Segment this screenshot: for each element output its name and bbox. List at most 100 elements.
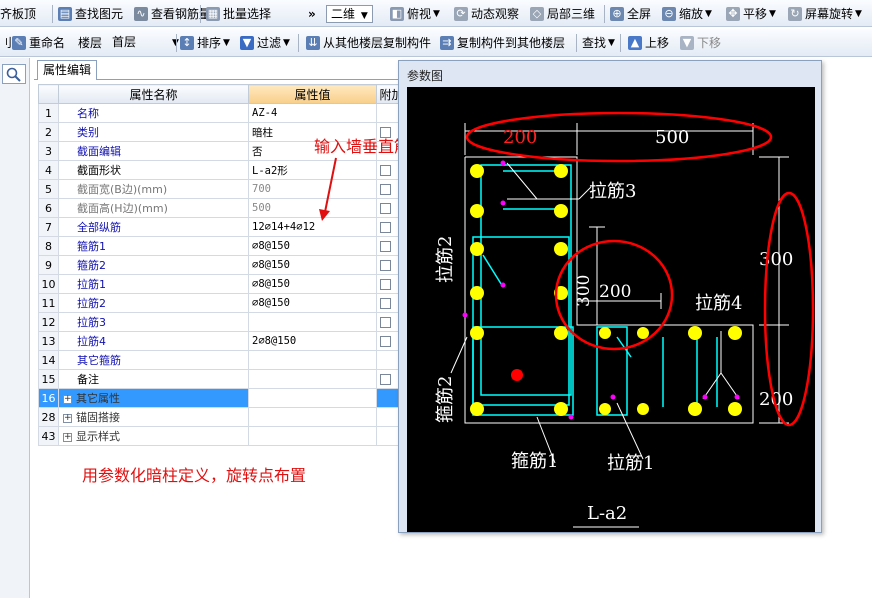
group-label: 其它属性	[76, 392, 120, 405]
table-row[interactable]: 1 名称 AZ-4	[38, 103, 407, 123]
copy-to-floor-button[interactable]: ⇉ 复制构件到其他楼层	[440, 33, 565, 52]
pan-button[interactable]: ✥ 平移 ▼	[726, 4, 776, 23]
table-row[interactable]: 13 拉筋4 2⌀8@150	[38, 331, 407, 351]
expand-plus-icon[interactable]: +	[63, 432, 72, 442]
expand-plus-icon[interactable]: +	[63, 413, 72, 423]
table-row[interactable]: 4 截面形状 L-a2形	[38, 160, 407, 180]
column-header-value[interactable]: 属性值	[248, 84, 377, 104]
attach-checkbox[interactable]	[380, 336, 391, 347]
grid-header-row: 属性名称 属性值 附加	[38, 84, 407, 104]
screen-rotate-button[interactable]: ↻ 屏幕旋转 ▼	[788, 4, 862, 23]
property-name: 拉筋1	[58, 274, 249, 294]
toolbar-divider	[576, 34, 577, 52]
property-value[interactable]: 700	[248, 179, 377, 199]
property-name: 截面编辑	[58, 141, 249, 161]
find-element-button[interactable]: ▤ 查找图元	[58, 4, 123, 23]
main-toolbar: 齐板顶 ▤ 查找图元 ∿ 查看钢筋量 ▦ 批量选择 » 二维 ▼ ◧ 俯视 ▼ ⟳ 动态观察…	[0, 0, 872, 27]
local-3d-icon: ◇	[530, 6, 544, 21]
property-value[interactable]	[248, 312, 377, 332]
table-row[interactable]: 9 箍筋2 ⌀8@150	[38, 255, 407, 275]
property-value[interactable]: ⌀8@150	[248, 255, 377, 275]
table-row[interactable]: 12 拉筋3	[38, 312, 407, 332]
zoom-button[interactable]: ⊖ 缩放 ▼	[662, 4, 712, 23]
rotate-icon: ↻	[788, 6, 802, 21]
filter-button[interactable]: ▼ 过滤 ▼	[240, 33, 290, 52]
attach-checkbox[interactable]	[380, 222, 391, 233]
fullscreen-button[interactable]: ⊕ 全屏	[610, 4, 651, 23]
rename-icon: ✎	[12, 35, 26, 50]
arrow-up-icon: ▲	[628, 35, 642, 50]
move-down-button[interactable]: ▼ 下移	[680, 33, 721, 52]
align-slab-top-button[interactable]: 齐板顶	[0, 4, 36, 23]
property-value[interactable]	[248, 369, 377, 389]
table-row[interactable]: 28 + 锚固搭接	[38, 407, 407, 427]
property-value[interactable]: ⌀8@150	[248, 274, 377, 294]
attach-checkbox[interactable]	[380, 165, 391, 176]
property-value[interactable]: ⌀8@150	[248, 293, 377, 313]
view-mode-select[interactable]: 二维 ▼	[326, 4, 375, 23]
tab-property-edit[interactable]: 属性编辑	[37, 60, 97, 80]
toolbar-overflow-button[interactable]: »	[308, 4, 316, 23]
local-3d-button[interactable]: ◇ 局部三维	[530, 4, 595, 23]
table-row[interactable]: 14 其它箍筋	[38, 350, 407, 370]
chevron-down-icon: ▼	[283, 37, 290, 48]
attach-checkbox[interactable]	[380, 260, 391, 271]
arrow-down-icon: ▼	[680, 35, 694, 50]
expand-plus-icon[interactable]: +	[63, 394, 72, 404]
component-toolbar: 刂 ✎重命名 楼层 首层▼ ↕排序▼ ▼过滤▼ ⇊从其他楼层复制构件 ⇉复制构件…	[0, 29, 872, 57]
table-row[interactable]: 5 截面宽(B边)(mm) 700	[38, 179, 407, 199]
move-up-button[interactable]: ▲ 上移	[628, 33, 669, 52]
attach-checkbox[interactable]	[380, 374, 391, 385]
attach-checkbox[interactable]	[380, 317, 391, 328]
property-value[interactable]: L-a2形	[248, 160, 377, 180]
property-value[interactable]	[248, 388, 377, 408]
property-value[interactable]	[248, 426, 377, 446]
parameter-diagram-dialog[interactable]: 参数图 200 500 300 200 300 200 拉筋3 拉筋2 拉筋4 …	[398, 60, 822, 533]
attach-checkbox[interactable]	[380, 241, 391, 252]
row-number: 15	[38, 369, 59, 389]
delete-button[interactable]: 刂	[0, 33, 12, 52]
panel-tab-bar: 属性编辑	[34, 58, 414, 80]
property-value[interactable]	[248, 350, 377, 370]
find-button[interactable]: 查找 ▼	[582, 33, 615, 52]
property-value[interactable]: AZ-4	[248, 103, 377, 123]
label-stirrup-1: 箍筋1	[511, 451, 558, 472]
attach-checkbox[interactable]	[380, 203, 391, 214]
table-row[interactable]: 15 备注	[38, 369, 407, 389]
row-number: 3	[38, 141, 59, 161]
orbit-button[interactable]: ⟳ 动态观察	[454, 4, 519, 23]
copy-to-icon: ⇉	[440, 35, 454, 50]
table-row[interactable]: 16 + 其它属性	[38, 388, 407, 408]
toolbar-divider	[52, 5, 53, 23]
property-value[interactable]: 500	[248, 198, 377, 218]
batch-select-button[interactable]: ▦ 批量选择	[206, 4, 271, 23]
row-number: 12	[38, 312, 59, 332]
sort-button[interactable]: ↕ 排序 ▼	[180, 33, 230, 52]
property-value[interactable]: 12⌀14+4⌀12	[248, 217, 377, 237]
row-number: 7	[38, 217, 59, 237]
attach-checkbox[interactable]	[380, 279, 391, 290]
table-row[interactable]: 8 箍筋1 ⌀8@150	[38, 236, 407, 256]
table-row[interactable]: 10 拉筋1 ⌀8@150	[38, 274, 407, 294]
top-view-button[interactable]: ◧ 俯视 ▼	[390, 4, 440, 23]
filter-icon: ▼	[240, 35, 254, 50]
attach-checkbox[interactable]	[380, 184, 391, 195]
table-row[interactable]: 6 截面高(H边)(mm) 500	[38, 198, 407, 218]
property-value[interactable]	[248, 407, 377, 427]
dialog-title: 参数图	[407, 69, 444, 83]
table-row[interactable]: 7 全部纵筋 12⌀14+4⌀12	[38, 217, 407, 237]
property-value[interactable]: 2⌀8@150	[248, 331, 377, 351]
table-row[interactable]: 43 + 显示样式	[38, 426, 407, 446]
search-button[interactable]	[2, 64, 26, 84]
rename-button[interactable]: ✎ 重命名	[12, 33, 65, 52]
table-row[interactable]: 11 拉筋2 ⌀8@150	[38, 293, 407, 313]
label-tie-2: 拉筋2	[435, 236, 456, 283]
property-name: 全部纵筋	[58, 217, 249, 237]
copy-from-floor-button[interactable]: ⇊ 从其他楼层复制构件	[306, 33, 431, 52]
floor-select[interactable]: 首层▼	[108, 33, 179, 52]
property-name: 拉筋4	[58, 331, 249, 351]
row-number: 4	[38, 160, 59, 180]
property-value[interactable]: ⌀8@150	[248, 236, 377, 256]
attach-checkbox[interactable]	[380, 298, 391, 309]
column-header-name[interactable]: 属性名称	[58, 84, 249, 104]
